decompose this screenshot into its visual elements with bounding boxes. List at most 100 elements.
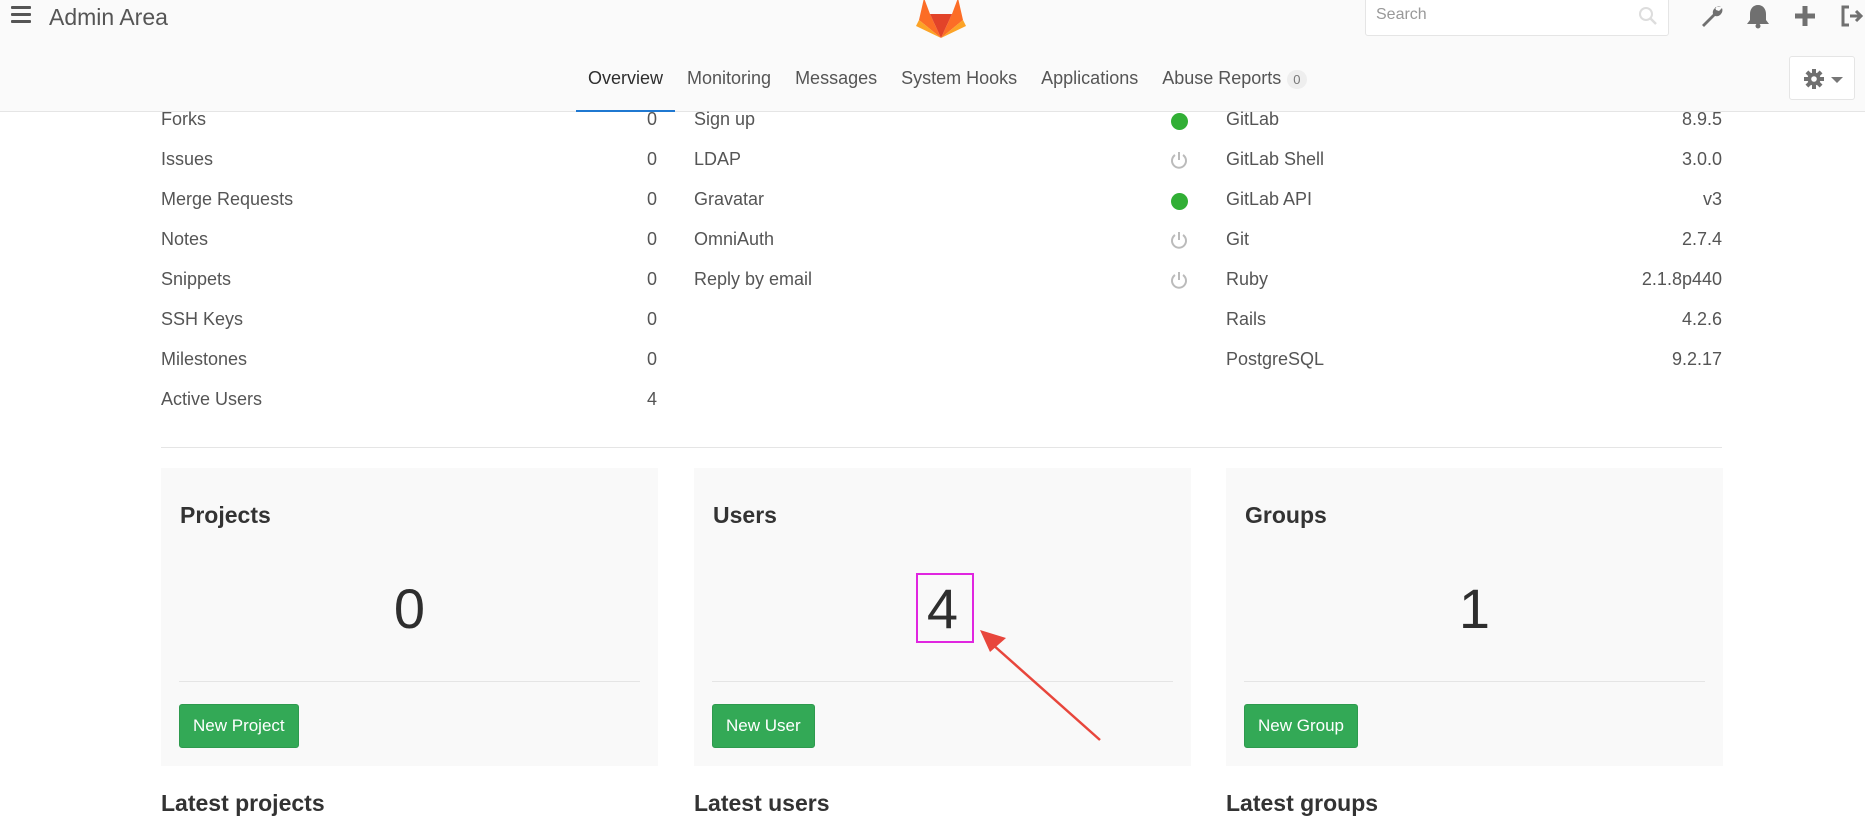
enabled-status-icon xyxy=(1171,193,1188,210)
list-item: SSH Keys 0 xyxy=(161,306,657,346)
projects-count: 0 xyxy=(393,577,426,640)
stat-label: Milestones xyxy=(161,349,248,369)
list-item: Rails 4.2.6 xyxy=(1226,306,1722,346)
power-off-icon xyxy=(1171,272,1187,289)
tab-messages[interactable]: Messages xyxy=(783,56,889,112)
wrench-icon[interactable] xyxy=(1699,3,1725,29)
tab-messages-label: Messages xyxy=(795,68,878,88)
component-label: PostgreSQL xyxy=(1226,349,1325,369)
component-version: v3 xyxy=(1702,189,1722,209)
chevron-down-icon xyxy=(1831,77,1843,83)
search-field[interactable] xyxy=(1365,0,1669,36)
stat-label: Merge Requests xyxy=(161,189,294,209)
component-label: Rails xyxy=(1226,309,1267,329)
tab-overview-label: Overview xyxy=(588,68,664,88)
tab-monitoring[interactable]: Monitoring xyxy=(675,56,783,112)
tab-abuse-reports-label: Abuse Reports xyxy=(1162,68,1282,88)
gear-icon xyxy=(1804,69,1824,89)
feature-label: LDAP xyxy=(694,149,742,169)
stat-value: 0 xyxy=(646,189,657,209)
plus-icon[interactable] xyxy=(1792,3,1818,29)
notifications-bell-icon[interactable] xyxy=(1745,3,1771,29)
stat-label: Notes xyxy=(161,229,209,249)
stat-value: 0 xyxy=(646,109,657,129)
gitlab-logo-icon[interactable] xyxy=(916,0,966,38)
settings-dropdown-button[interactable] xyxy=(1789,56,1855,100)
power-off-icon xyxy=(1171,232,1187,249)
list-item: GitLab 8.9.5 xyxy=(1226,106,1722,146)
component-version: 8.9.5 xyxy=(1681,109,1722,129)
list-item: Sign up xyxy=(694,106,1190,146)
list-item: Ruby 2.1.8p440 xyxy=(1226,266,1722,306)
new-group-button[interactable]: New Group xyxy=(1244,704,1358,748)
list-item: Forks 0 xyxy=(161,106,657,146)
top-header: Admin Area Overview Monitoring Messages … xyxy=(0,0,1865,112)
stat-value: 0 xyxy=(646,229,657,249)
tab-abuse-reports[interactable]: Abuse Reports 0 xyxy=(1150,56,1318,112)
list-item: Issues 0 xyxy=(161,146,657,186)
stat-label: Issues xyxy=(161,149,214,169)
new-user-button[interactable]: New User xyxy=(712,704,815,748)
projects-panel-title: Projects xyxy=(180,502,271,528)
components-list: GitLab 8.9.5 GitLab Shell 3.0.0 GitLab API… xyxy=(1226,106,1722,386)
component-version: 3.0.0 xyxy=(1681,149,1722,169)
stat-value: 0 xyxy=(646,269,657,289)
list-item: GitLab Shell 3.0.0 xyxy=(1226,146,1722,186)
list-item: Active Users 4 xyxy=(161,386,657,426)
list-item: OmniAuth xyxy=(694,226,1190,266)
list-item: LDAP xyxy=(694,146,1190,186)
list-item: Git 2.7.4 xyxy=(1226,226,1722,266)
tab-applications[interactable]: Applications xyxy=(1029,56,1150,112)
tab-overview[interactable]: Overview xyxy=(576,56,676,112)
sign-out-icon[interactable] xyxy=(1839,3,1865,29)
hamburger-menu-icon[interactable] xyxy=(11,6,31,24)
panel-divider xyxy=(1244,681,1705,682)
feature-label: OmniAuth xyxy=(694,229,775,249)
search-icon xyxy=(1639,7,1657,25)
section-divider xyxy=(161,447,1722,448)
new-project-button[interactable]: New Project xyxy=(179,704,299,748)
stat-value: 0 xyxy=(646,309,657,329)
feature-label: Reply by email xyxy=(694,269,813,289)
panel-divider xyxy=(179,681,640,682)
feature-label: Gravatar xyxy=(694,189,765,209)
latest-users-heading: Latest users xyxy=(694,790,830,816)
statistics-list: Forks 0 Issues 0 Merge Requests 0 Notes 0 Sn… xyxy=(161,106,657,426)
stat-label: Snippets xyxy=(161,269,232,289)
component-label: GitLab xyxy=(1226,109,1280,129)
tab-system-hooks[interactable]: System Hooks xyxy=(889,56,1029,112)
red-arrow-annotation xyxy=(980,630,1101,741)
users-panel-title: Users xyxy=(713,502,777,528)
feature-label: Sign up xyxy=(694,109,756,129)
list-item: Reply by email xyxy=(694,266,1190,306)
latest-projects-heading: Latest projects xyxy=(161,790,325,816)
list-item: Notes 0 xyxy=(161,226,657,266)
stat-value: 0 xyxy=(646,149,657,169)
tab-monitoring-label: Monitoring xyxy=(687,68,772,88)
stat-label: Forks xyxy=(161,109,206,129)
component-label: Git xyxy=(1226,229,1250,249)
list-item: GitLab API v3 xyxy=(1226,186,1722,226)
component-label: Ruby xyxy=(1226,269,1269,289)
component-version: 4.2.6 xyxy=(1681,309,1722,329)
power-off-icon xyxy=(1171,152,1187,169)
component-version: 2.7.4 xyxy=(1681,229,1722,249)
list-item: Gravatar xyxy=(694,186,1190,226)
highlight-annotation-box xyxy=(916,573,974,643)
projects-panel: Projects 0 New Project xyxy=(161,468,658,766)
groups-panel: Groups 1 New Group xyxy=(1226,468,1723,766)
stat-value: 4 xyxy=(646,389,657,409)
list-item: PostgreSQL 9.2.17 xyxy=(1226,346,1722,386)
groups-count: 1 xyxy=(1458,577,1491,640)
groups-panel-title: Groups xyxy=(1245,502,1327,528)
tab-applications-label: Applications xyxy=(1041,68,1139,88)
list-item: Snippets 0 xyxy=(161,266,657,306)
admin-nav-tabs: Overview Monitoring Messages System Hook… xyxy=(576,56,1319,112)
component-label: GitLab Shell xyxy=(1226,149,1325,169)
features-list: Sign up LDAP Gravatar OmniAuth Reply by … xyxy=(694,106,1190,306)
page-title: Admin Area xyxy=(49,4,168,30)
list-item: Milestones 0 xyxy=(161,346,657,386)
stat-label: SSH Keys xyxy=(161,309,244,329)
search-input[interactable] xyxy=(1376,6,1626,24)
list-item: Merge Requests 0 xyxy=(161,186,657,226)
